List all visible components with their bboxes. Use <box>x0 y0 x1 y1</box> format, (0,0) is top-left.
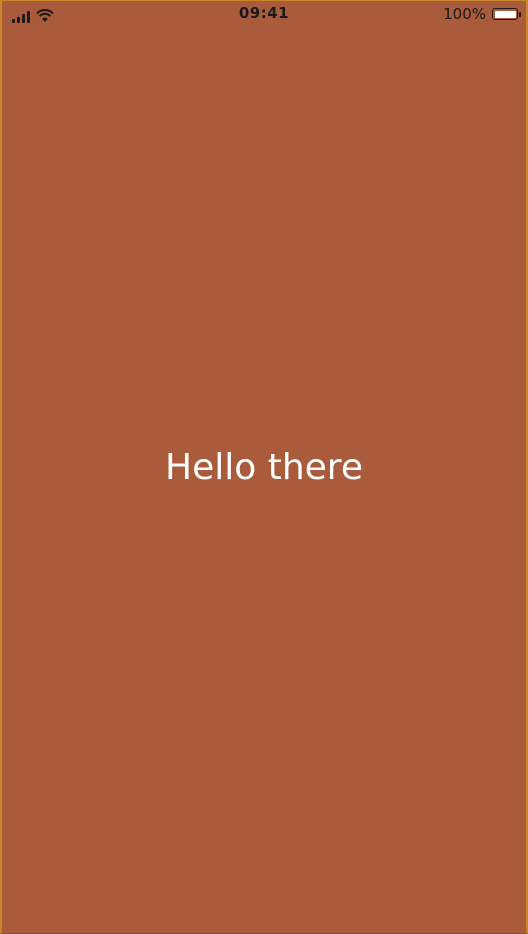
battery-level <box>494 10 516 18</box>
status-bar: 09:41 100% <box>2 1 526 29</box>
app-screen: 09:41 100% Hello there <box>0 0 528 934</box>
status-bar-right: 100% <box>443 5 521 23</box>
battery-icon <box>492 8 521 20</box>
greeting-text: Hello there <box>165 447 363 488</box>
battery-percent: 100% <box>443 5 486 23</box>
